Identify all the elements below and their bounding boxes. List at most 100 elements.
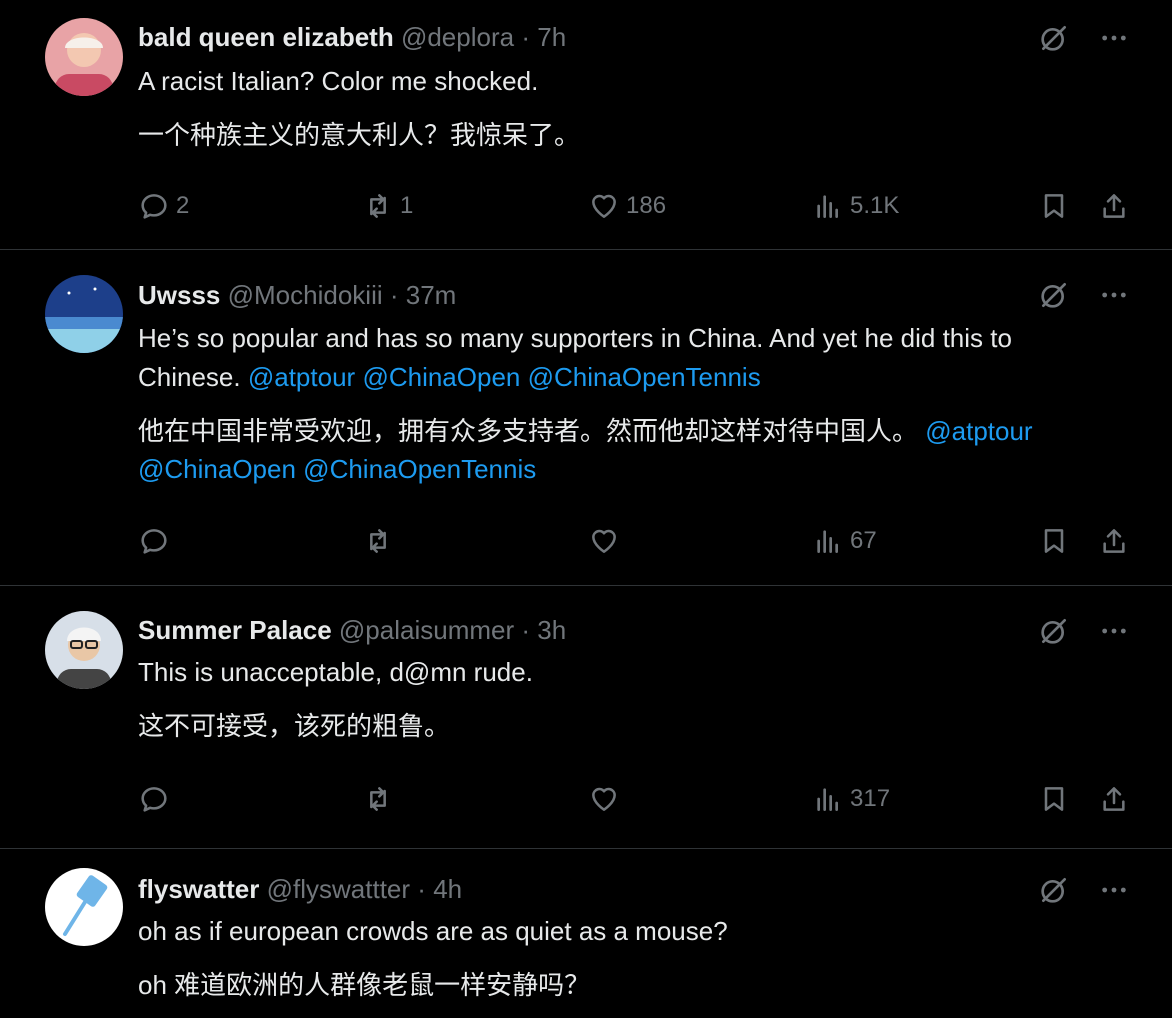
user-handle[interactable]: @Mochidokiii bbox=[228, 280, 383, 310]
tweet-text-zh: 这不可接受，该死的粗鲁。 bbox=[138, 711, 451, 741]
tweet-text-en: A racist Italian? Color me shocked. bbox=[138, 66, 539, 96]
tweet-header: flyswatter @flyswattter · 4h bbox=[138, 872, 462, 906]
avatar[interactable] bbox=[45, 868, 123, 946]
tweet-text-en-tail: Chinese. bbox=[138, 362, 241, 392]
more-icon[interactable] bbox=[1098, 22, 1130, 54]
views-button[interactable]: 5.1K bbox=[812, 190, 899, 222]
reply-icon bbox=[138, 190, 170, 222]
mention-link[interactable]: @atptour bbox=[925, 416, 1032, 446]
bookmark-icon bbox=[1038, 783, 1070, 815]
views-button[interactable]: 317 bbox=[812, 783, 890, 815]
bookmark-icon bbox=[1038, 190, 1070, 222]
tweet-text-en-line2: Chinese. @atptour @ChinaOpen @ChinaOpenT… bbox=[138, 358, 1138, 396]
tweet-text-zh: 他在中国非常受欢迎，拥有众多支持者。然而他却这样对待中国人。 bbox=[138, 416, 919, 446]
grok-icon[interactable] bbox=[1038, 279, 1070, 311]
tweet[interactable]: bald queen elizabeth @deplora · 7h A rac… bbox=[0, 0, 1172, 250]
like-button[interactable] bbox=[588, 525, 620, 557]
like-icon bbox=[588, 783, 620, 815]
mention-link[interactable]: @ChinaOpenTennis bbox=[303, 454, 536, 484]
bookmark-icon bbox=[1038, 525, 1070, 557]
tweet-top-actions bbox=[1038, 279, 1130, 311]
views-button[interactable]: 67 bbox=[812, 525, 877, 557]
grok-icon[interactable] bbox=[1038, 22, 1070, 54]
tweet-top-actions bbox=[1038, 22, 1130, 54]
tweet-header: Uwsss @Mochidokiii · 37m bbox=[138, 278, 456, 312]
like-icon bbox=[588, 190, 620, 222]
share-icon bbox=[1098, 190, 1130, 222]
share-icon bbox=[1098, 783, 1130, 815]
tweet-text-zh: oh 难道欧洲的人群像老鼠一样安静吗？ bbox=[138, 970, 591, 1000]
like-button[interactable] bbox=[588, 783, 620, 815]
avatar[interactable] bbox=[45, 18, 123, 96]
like-button[interactable]: 186 bbox=[588, 190, 666, 222]
views-count: 67 bbox=[850, 527, 877, 554]
tweet-text-zh-line2: @ChinaOpen @ChinaOpenTennis bbox=[138, 450, 1138, 488]
tweet-text-zh: 一个种族主义的意大利人？我惊呆了。 bbox=[138, 120, 581, 150]
tweet-actions: 317 bbox=[0, 783, 1172, 823]
tweet[interactable]: Uwsss @Mochidokiii · 37m He’s so popular… bbox=[0, 251, 1172, 586]
reply-button[interactable]: 2 bbox=[138, 190, 189, 222]
like-icon bbox=[588, 525, 620, 557]
separator-dot: · bbox=[417, 874, 426, 904]
repost-count: 1 bbox=[400, 192, 414, 219]
tweet-text-en-line1: He’s so popular and has so many supporte… bbox=[138, 323, 1012, 353]
mention-link[interactable]: @atptour bbox=[248, 362, 355, 392]
mention-link[interactable]: @ChinaOpen bbox=[138, 454, 296, 484]
tweet[interactable]: Summer Palace @palaisummer · 3h This is … bbox=[0, 587, 1172, 849]
tweet-top-actions bbox=[1038, 615, 1130, 647]
share-button[interactable] bbox=[1098, 190, 1130, 222]
timestamp[interactable]: 37m bbox=[406, 280, 457, 310]
display-name[interactable]: flyswatter bbox=[138, 874, 259, 904]
tweet-text-zh-line1: 他在中国非常受欢迎，拥有众多支持者。然而他却这样对待中国人。 @atptour bbox=[138, 412, 1138, 450]
tweet-top-actions bbox=[1038, 874, 1130, 906]
avatar[interactable] bbox=[45, 275, 123, 353]
display-name[interactable]: Uwsss bbox=[138, 280, 220, 310]
repost-icon bbox=[362, 525, 394, 557]
like-count: 186 bbox=[626, 192, 667, 219]
repost-button[interactable] bbox=[362, 525, 394, 557]
reply-icon bbox=[138, 525, 170, 557]
views-icon bbox=[812, 783, 844, 815]
views-count: 317 bbox=[850, 785, 891, 812]
views-icon bbox=[812, 190, 844, 222]
repost-icon bbox=[362, 783, 394, 815]
share-button[interactable] bbox=[1098, 783, 1130, 815]
tweet-text-en: oh as if european crowds are as quiet as… bbox=[138, 916, 728, 946]
grok-icon[interactable] bbox=[1038, 615, 1070, 647]
reply-button[interactable] bbox=[138, 783, 170, 815]
separator-dot: · bbox=[521, 615, 531, 645]
user-handle[interactable]: @flyswattter bbox=[267, 874, 410, 904]
display-name[interactable]: bald queen elizabeth bbox=[138, 22, 394, 52]
more-icon[interactable] bbox=[1098, 615, 1130, 647]
separator-dot: · bbox=[389, 280, 399, 310]
user-handle[interactable]: @deplora bbox=[401, 22, 514, 52]
avatar[interactable] bbox=[45, 611, 123, 689]
repost-button[interactable]: 1 bbox=[362, 190, 413, 222]
grok-icon[interactable] bbox=[1038, 874, 1070, 906]
tweet-header: bald queen elizabeth @deplora · 7h bbox=[138, 20, 566, 54]
timestamp[interactable]: 3h bbox=[537, 615, 566, 645]
more-icon[interactable] bbox=[1098, 279, 1130, 311]
bookmark-button[interactable] bbox=[1038, 190, 1070, 222]
display-name[interactable]: Summer Palace bbox=[138, 615, 332, 645]
views-count: 5.1K bbox=[850, 192, 900, 219]
repost-button[interactable] bbox=[362, 783, 394, 815]
more-icon[interactable] bbox=[1098, 874, 1130, 906]
bookmark-button[interactable] bbox=[1038, 525, 1070, 557]
reply-count: 2 bbox=[176, 192, 190, 219]
timestamp[interactable]: 7h bbox=[537, 22, 566, 52]
reply-button[interactable] bbox=[138, 525, 170, 557]
share-button[interactable] bbox=[1098, 525, 1130, 557]
tweet[interactable]: flyswatter @flyswattter · 4h oh as if eu… bbox=[0, 850, 1172, 1018]
tweet-actions: 67 bbox=[0, 525, 1172, 565]
views-icon bbox=[812, 525, 844, 557]
mention-link[interactable]: @ChinaOpenTennis bbox=[528, 362, 761, 392]
tweet-header: Summer Palace @palaisummer · 3h bbox=[138, 613, 566, 647]
tweet-actions: 2 1 186 5.1K bbox=[0, 190, 1172, 230]
mention-link[interactable]: @ChinaOpen bbox=[362, 362, 520, 392]
user-handle[interactable]: @palaisummer bbox=[339, 615, 514, 645]
share-icon bbox=[1098, 525, 1130, 557]
repost-icon bbox=[362, 190, 394, 222]
bookmark-button[interactable] bbox=[1038, 783, 1070, 815]
timestamp[interactable]: 4h bbox=[433, 874, 462, 904]
